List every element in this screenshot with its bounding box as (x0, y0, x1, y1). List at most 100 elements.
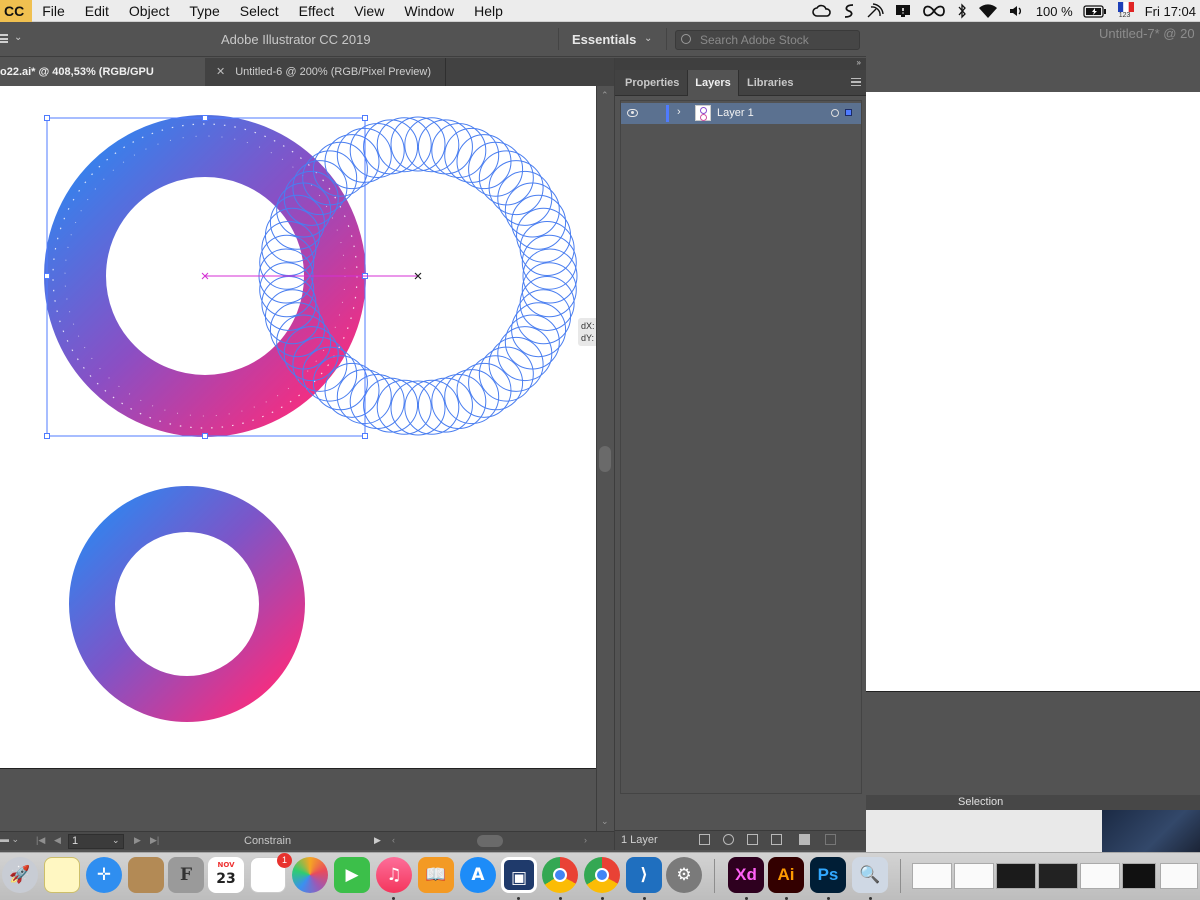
background-document-window[interactable]: Untitled-7* @ 20 Selection (866, 22, 1200, 852)
layers-panel-footer: 1 Layer (615, 830, 867, 850)
last-artboard-icon[interactable]: ▶| (150, 835, 159, 846)
background-artboard[interactable] (866, 92, 1200, 692)
expand-chevron-icon[interactable]: › (677, 106, 681, 118)
scroll-right-icon[interactable]: › (584, 835, 587, 845)
layer-name[interactable]: Layer 1 (717, 107, 754, 119)
volume-icon[interactable] (1008, 4, 1026, 18)
chevron-down-icon[interactable]: ⌄ (112, 835, 120, 846)
visibility-eye-icon[interactable] (627, 109, 638, 117)
bluetooth-icon[interactable] (956, 3, 968, 19)
workspace-menu-icon[interactable] (0, 34, 8, 43)
vertical-scrollbar[interactable]: ⌃ ⌄ (596, 86, 614, 831)
scroll-left-icon[interactable]: ‹ (392, 835, 395, 845)
next-artboard-icon[interactable]: ▶ (134, 835, 141, 846)
layer-row[interactable]: › Layer 1 (621, 103, 861, 124)
menu-view[interactable]: View (344, 0, 394, 22)
minimized-window[interactable] (1160, 863, 1198, 889)
new-layer-icon[interactable] (799, 834, 810, 845)
layer-list: › Layer 1 (620, 100, 862, 794)
vscode-icon[interactable]: ⟩ (626, 857, 662, 893)
status-menu-arrow-icon[interactable]: ▶ (374, 835, 381, 846)
minimized-window[interactable] (954, 863, 994, 889)
adobe-photoshop-icon[interactable]: Ps (810, 857, 846, 893)
chevron-down-icon[interactable]: ⌄ (644, 33, 652, 44)
input-source[interactable]: 123 (1117, 1, 1135, 21)
dock: 🚀 ✛ F NOV 23 ▶ ♫ 📖 A ▣ ⟩ ⚙ Xd Ai Ps 🔍 (0, 852, 1200, 900)
scrivener-icon[interactable] (842, 3, 856, 19)
minimized-window[interactable] (1122, 863, 1156, 889)
notes-icon[interactable] (44, 857, 80, 893)
app-store-icon[interactable]: A (460, 857, 496, 893)
menu-select[interactable]: Select (230, 0, 289, 22)
tab-layers[interactable]: Layers (687, 70, 739, 96)
zoom-dropdown[interactable]: ▬ ⌄ (0, 834, 24, 848)
clock[interactable]: Fri 17:04 (1145, 4, 1196, 19)
minimized-window[interactable] (1038, 863, 1078, 889)
workspace-switcher[interactable]: Essentials (572, 32, 636, 47)
tab-document-untitled-6[interactable]: ✕ Untitled-6 @ 200% (RGB/Pixel Preview) (206, 58, 446, 86)
scroll-down-icon[interactable]: ⌄ (601, 816, 609, 827)
chrome-icon[interactable] (542, 857, 578, 893)
battery-percent[interactable]: 100 % (1036, 4, 1073, 19)
tab-libraries[interactable]: Libraries (747, 70, 793, 96)
keka-icon[interactable] (128, 857, 164, 893)
panel-collapse-icon[interactable]: » (615, 58, 867, 70)
menu-window[interactable]: Window (394, 0, 464, 22)
menu-file[interactable]: File (32, 0, 75, 22)
gradient-ring[interactable] (69, 486, 305, 722)
search-icon (681, 34, 691, 44)
wifi-icon[interactable] (978, 3, 998, 19)
itunes-icon[interactable]: ♫ (376, 857, 412, 893)
facetime-icon[interactable]: ▶ (334, 857, 370, 893)
scroll-thumb[interactable] (599, 446, 611, 472)
artboard[interactable] (0, 86, 596, 769)
reminders-badge: 1 (277, 853, 292, 868)
tab-properties[interactable]: Properties (625, 70, 679, 96)
launchpad-icon[interactable]: 🚀 (2, 857, 38, 893)
scroll-up-icon[interactable]: ⌃ (601, 90, 609, 101)
clipping-mask-icon[interactable] (747, 834, 758, 845)
panel-menu-icon[interactable] (851, 78, 861, 86)
minimized-window[interactable] (996, 863, 1036, 889)
photos-icon[interactable] (292, 857, 328, 893)
adobe-illustrator-icon[interactable]: Ai (768, 857, 804, 893)
chrome-canary-icon[interactable] (584, 857, 620, 893)
capacitor-icon[interactable]: ▣ (501, 857, 537, 893)
minimized-window[interactable] (912, 863, 952, 889)
close-icon[interactable]: ✕ (216, 66, 225, 78)
layer-target-icon[interactable] (831, 109, 839, 117)
canvas[interactable] (0, 86, 596, 831)
menu-type[interactable]: Type (179, 0, 229, 22)
adobe-stock-search-input[interactable]: Search Adobe Stock (675, 30, 860, 50)
locate-object-icon[interactable] (723, 834, 734, 845)
creative-cloud-icon[interactable] (812, 4, 832, 18)
books-icon[interactable]: 📖 (418, 857, 454, 893)
minimized-window[interactable] (1080, 863, 1120, 889)
menu-help[interactable]: Help (464, 0, 513, 22)
horizontal-scroll-thumb[interactable] (477, 835, 503, 847)
artwork[interactable] (0, 86, 596, 769)
menu-effect[interactable]: Effect (289, 0, 345, 22)
export-icon[interactable] (699, 834, 710, 845)
app-menu[interactable]: CC (0, 0, 33, 22)
preview-icon[interactable]: 🔍 (852, 857, 888, 893)
new-sublayer-icon[interactable] (771, 834, 782, 845)
battery-icon[interactable] (1083, 4, 1107, 18)
calendar-icon[interactable]: NOV 23 (208, 857, 244, 893)
selection-indicator-icon[interactable] (845, 109, 852, 116)
tab-document-active[interactable]: o22.ai* @ 408,53% (RGB/GPU Preview) (0, 58, 205, 106)
status-constrain[interactable]: Constrain (244, 835, 291, 847)
menu-edit[interactable]: Edit (75, 0, 119, 22)
chevron-down-icon[interactable]: ⌄ (14, 32, 22, 43)
notification-icon[interactable] (894, 3, 912, 19)
font-book-icon[interactable]: F (168, 857, 204, 893)
system-preferences-icon[interactable]: ⚙ (666, 857, 702, 893)
trash-icon[interactable] (825, 834, 836, 845)
prev-artboard-icon[interactable]: ◀ (54, 835, 61, 846)
infinity-icon[interactable] (922, 5, 946, 17)
satellite-icon[interactable] (866, 3, 884, 19)
first-artboard-icon[interactable]: |◀ (36, 835, 45, 846)
adobe-xd-icon[interactable]: Xd (728, 857, 764, 893)
menu-object[interactable]: Object (119, 0, 179, 22)
safari-icon[interactable]: ✛ (86, 857, 122, 893)
